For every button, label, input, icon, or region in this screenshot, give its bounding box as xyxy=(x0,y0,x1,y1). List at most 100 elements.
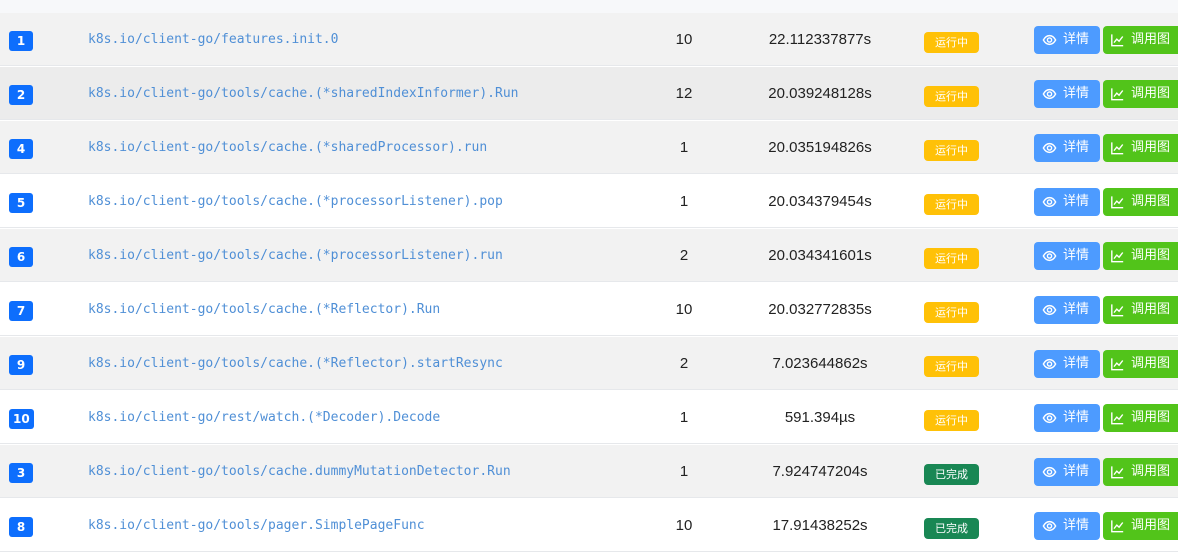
detail-button[interactable]: 详情 xyxy=(1034,296,1100,324)
call-graph-button[interactable]: 调用图 xyxy=(1103,350,1178,378)
function-name: k8s.io/client-go/tools/cache.(*sharedPro… xyxy=(88,140,488,155)
call-graph-button[interactable]: 调用图 xyxy=(1103,242,1178,270)
detail-button-label: 详情 xyxy=(1063,140,1090,155)
eye-icon xyxy=(1042,412,1057,424)
function-name: k8s.io/client-go/rest/watch.(*Decoder).D… xyxy=(88,410,441,425)
id-badge: 5 xyxy=(9,193,33,213)
status-badge: 运行中 xyxy=(924,248,979,269)
line-chart-icon xyxy=(1111,250,1124,263)
status-badge: 运行中 xyxy=(924,86,979,107)
detail-button[interactable]: 详情 xyxy=(1034,188,1100,216)
line-chart-icon xyxy=(1111,34,1124,47)
function-name: k8s.io/client-go/tools/cache.(*processor… xyxy=(88,194,503,209)
status-badge: 运行中 xyxy=(924,410,979,431)
detail-button-label: 详情 xyxy=(1063,464,1090,479)
table-top-strip xyxy=(0,0,1178,14)
table-row: 10 k8s.io/client-go/rest/watch.(*Decoder… xyxy=(0,391,1178,444)
duration: 591.394µs xyxy=(784,409,856,426)
function-name: k8s.io/client-go/tools/cache.dummyMutati… xyxy=(88,464,511,479)
detail-button-label: 详情 xyxy=(1063,248,1090,263)
line-chart-icon xyxy=(1111,142,1124,155)
eye-icon xyxy=(1042,34,1057,46)
detail-button[interactable]: 详情 xyxy=(1034,404,1100,432)
call-graph-button-label: 调用图 xyxy=(1131,356,1171,371)
call-count: 2 xyxy=(679,355,689,372)
call-count: 10 xyxy=(675,301,693,318)
status-badge: 运行中 xyxy=(924,356,979,377)
eye-icon xyxy=(1042,142,1057,154)
call-count: 12 xyxy=(675,85,693,102)
detail-button-label: 详情 xyxy=(1063,194,1090,209)
detail-button-label: 详情 xyxy=(1063,302,1090,317)
call-count: 1 xyxy=(679,193,689,210)
table-row: 6 k8s.io/client-go/tools/cache.(*process… xyxy=(0,229,1178,282)
function-name: k8s.io/client-go/tools/cache.(*sharedInd… xyxy=(88,86,519,101)
call-count: 1 xyxy=(679,463,689,480)
detail-button-label: 详情 xyxy=(1063,356,1090,371)
duration: 17.91438252s xyxy=(772,517,868,534)
call-graph-button-label: 调用图 xyxy=(1131,302,1171,317)
function-name: k8s.io/client-go/tools/cache.(*processor… xyxy=(88,248,503,263)
duration: 20.035194826s xyxy=(768,139,872,156)
goroutine-table: 1 k8s.io/client-go/features.init.0 10 22… xyxy=(0,0,1178,558)
line-chart-icon xyxy=(1111,466,1124,479)
duration: 20.039248128s xyxy=(768,85,872,102)
eye-icon xyxy=(1042,304,1057,316)
detail-button-label: 详情 xyxy=(1063,410,1090,425)
call-graph-button[interactable]: 调用图 xyxy=(1103,134,1178,162)
line-chart-icon xyxy=(1111,88,1124,101)
detail-button[interactable]: 详情 xyxy=(1034,512,1100,540)
status-badge: 已完成 xyxy=(924,518,979,539)
detail-button[interactable]: 详情 xyxy=(1034,242,1100,270)
duration: 7.023644862s xyxy=(772,355,868,372)
function-name: k8s.io/client-go/tools/cache.(*Reflector… xyxy=(88,302,441,317)
call-count: 10 xyxy=(675,31,693,48)
id-badge: 2 xyxy=(9,85,33,105)
call-graph-button[interactable]: 调用图 xyxy=(1103,26,1178,54)
duration: 20.034341601s xyxy=(768,247,872,264)
call-graph-button-label: 调用图 xyxy=(1131,140,1171,155)
detail-button-label: 详情 xyxy=(1063,518,1090,533)
call-count: 2 xyxy=(679,247,689,264)
table-row: 4 k8s.io/client-go/tools/cache.(*sharedP… xyxy=(0,121,1178,174)
call-graph-button[interactable]: 调用图 xyxy=(1103,296,1178,324)
table-row: 9 k8s.io/client-go/tools/cache.(*Reflect… xyxy=(0,337,1178,390)
duration: 20.032772835s xyxy=(768,301,872,318)
call-graph-button-label: 调用图 xyxy=(1131,410,1171,425)
eye-icon xyxy=(1042,196,1057,208)
detail-button[interactable]: 详情 xyxy=(1034,458,1100,486)
call-graph-button[interactable]: 调用图 xyxy=(1103,188,1178,216)
eye-icon xyxy=(1042,88,1057,100)
detail-button[interactable]: 详情 xyxy=(1034,26,1100,54)
eye-icon xyxy=(1042,358,1057,370)
line-chart-icon xyxy=(1111,412,1124,425)
call-graph-button-label: 调用图 xyxy=(1131,32,1171,47)
line-chart-icon xyxy=(1111,358,1124,371)
call-count: 1 xyxy=(679,409,689,426)
detail-button[interactable]: 详情 xyxy=(1034,134,1100,162)
eye-icon xyxy=(1042,520,1057,532)
eye-icon xyxy=(1042,250,1057,262)
call-graph-button-label: 调用图 xyxy=(1131,248,1171,263)
table-row: 5 k8s.io/client-go/tools/cache.(*process… xyxy=(0,175,1178,228)
call-graph-button[interactable]: 调用图 xyxy=(1103,512,1178,540)
call-graph-button[interactable]: 调用图 xyxy=(1103,404,1178,432)
detail-button[interactable]: 详情 xyxy=(1034,80,1100,108)
detail-button[interactable]: 详情 xyxy=(1034,350,1100,378)
call-graph-button[interactable]: 调用图 xyxy=(1103,458,1178,486)
call-graph-button-label: 调用图 xyxy=(1131,464,1171,479)
table-row: 8 k8s.io/client-go/tools/pager.SimplePag… xyxy=(0,499,1178,552)
function-name: k8s.io/client-go/features.init.0 xyxy=(88,32,339,47)
function-name: k8s.io/client-go/tools/pager.SimplePageF… xyxy=(88,518,425,533)
id-badge: 9 xyxy=(9,355,33,375)
call-count: 1 xyxy=(679,139,689,156)
id-badge: 8 xyxy=(9,517,33,537)
line-chart-icon xyxy=(1111,196,1124,209)
call-graph-button-label: 调用图 xyxy=(1131,86,1171,101)
eye-icon xyxy=(1042,466,1057,478)
call-graph-button-label: 调用图 xyxy=(1131,194,1171,209)
call-graph-button[interactable]: 调用图 xyxy=(1103,80,1178,108)
duration: 22.112337877s xyxy=(768,31,872,48)
table-row: 7 k8s.io/client-go/tools/cache.(*Reflect… xyxy=(0,283,1178,336)
table-row: 2 k8s.io/client-go/tools/cache.(*sharedI… xyxy=(0,67,1178,120)
